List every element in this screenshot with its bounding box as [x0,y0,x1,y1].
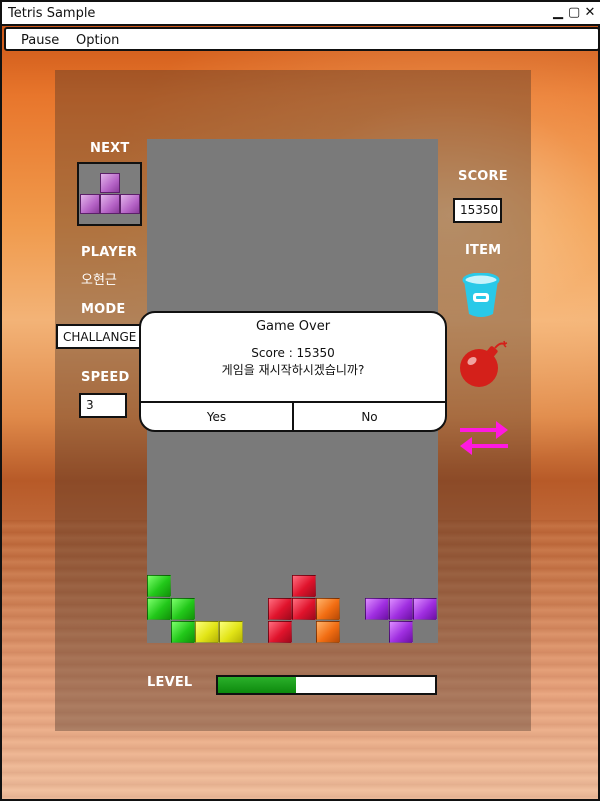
board-block [389,598,413,620]
no-button[interactable]: No [292,403,445,430]
board-block [147,575,171,597]
next-piece-cell [100,173,120,193]
close-icon[interactable]: ✕ [584,5,596,21]
window-title: Tetris Sample [8,6,96,21]
window-controls: ▁ ▢ ✕ [552,5,596,21]
board-block [389,621,413,643]
menu-pause[interactable]: Pause [21,33,59,48]
board-block [316,621,340,643]
board-block [316,598,340,620]
next-piece-cell [120,194,140,214]
board-block [171,621,195,643]
score-field: 15350 [453,198,502,223]
maximize-icon[interactable]: ▢ [568,5,580,21]
menu-option[interactable]: Option [76,33,119,48]
level-progress-bar [216,675,437,695]
speed-field[interactable]: 3 [79,393,127,418]
mode-label: MODE [81,302,126,317]
score-label: SCORE [458,169,508,184]
level-label: LEVEL [147,675,193,690]
dialog-title: Game Over [255,319,331,334]
board-block [171,598,195,620]
next-piece-cell [80,194,100,214]
dialog-score: Score : 15350 [251,346,335,360]
board-block [195,621,219,643]
minimize-icon[interactable]: ▁ [552,5,564,21]
yes-button[interactable]: Yes [141,403,292,430]
player-name: 오현근 [81,273,117,288]
next-piece-preview [77,162,142,226]
board-block [413,598,437,620]
mode-field[interactable]: CHALLANGE [56,324,142,349]
dialog-message: 게임을 재시작하시겠습니까? [221,363,365,377]
board-block [268,598,292,620]
next-piece-cell [100,194,120,214]
dialog-buttons: Yes No [141,401,445,430]
item-label: ITEM [465,243,502,258]
swap-arrows-icon[interactable] [458,417,510,455]
board-block [147,598,171,620]
board-block [292,575,316,597]
title-bar: Tetris Sample ▁ ▢ ✕ [2,2,600,26]
bucket-icon[interactable] [462,273,500,319]
board-block [268,621,292,643]
bomb-icon[interactable] [458,339,512,389]
player-label: PLAYER [81,245,138,260]
menu-bar: Pause Option [4,27,600,51]
game-over-dialog: Game Over Score : 15350 게임을 재시작하시겠습니까? Y… [139,311,447,432]
next-label: NEXT [90,141,130,156]
board-block [365,598,389,620]
level-progress-fill [218,677,297,693]
speed-label: SPEED [81,370,130,385]
board-block [219,621,243,643]
board-block [292,598,316,620]
